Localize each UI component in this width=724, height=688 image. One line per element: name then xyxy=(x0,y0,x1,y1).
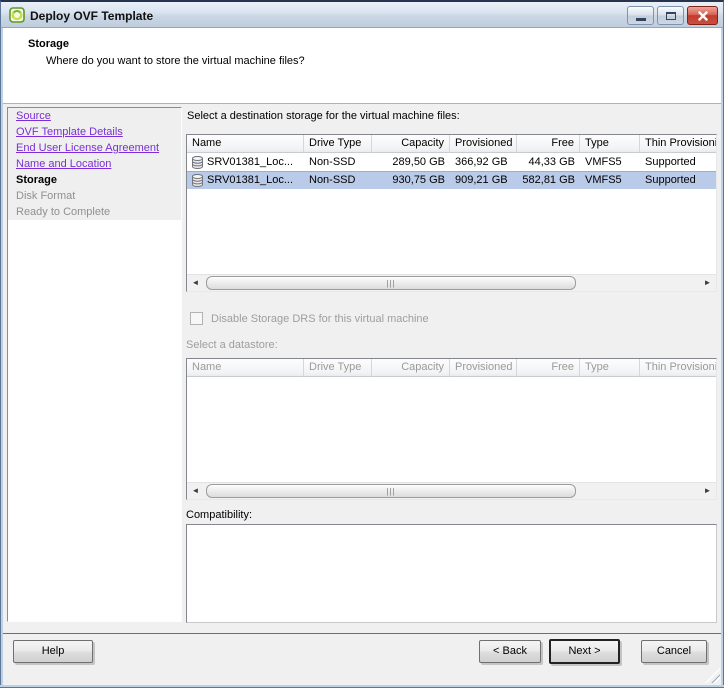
maximize-button[interactable] xyxy=(657,6,684,25)
scrollbar-thumb[interactable]: ||| xyxy=(206,484,576,498)
select-datastore-label: Select a datastore: xyxy=(186,339,278,351)
column-header-name[interactable]: Name xyxy=(187,135,304,153)
datastore-provisioned: 909,21 GB xyxy=(450,172,517,189)
sidebar-item-name-and-location[interactable]: Name and Location xyxy=(8,156,181,172)
help-button[interactable]: Help xyxy=(13,640,93,663)
sidebar-item-ready-to-complete: Ready to Complete xyxy=(8,204,181,220)
deploy-ovf-template-dialog: Deploy OVF Template Storage Where do you… xyxy=(0,0,724,688)
scroll-left-icon[interactable]: ◄ xyxy=(187,483,204,499)
datastore-name: SRV01381_Loc... xyxy=(207,154,293,171)
sidebar-item-end-user-license-agreement[interactable]: End User License Agreement xyxy=(8,140,181,156)
column-header-type: Type xyxy=(580,359,640,377)
datastore-capacity: 289,50 GB xyxy=(372,154,450,171)
horizontal-scrollbar[interactable]: ◄ ||| ► xyxy=(187,274,716,291)
datastore-type: VMFS5 xyxy=(580,172,640,189)
window-frame-left xyxy=(0,28,3,688)
footer-separator xyxy=(3,633,721,634)
column-header-provisioned[interactable]: Provisioned xyxy=(450,135,517,153)
scrollbar-grip-icon: ||| xyxy=(386,279,395,288)
datastore-thin-provisioning: Supported xyxy=(640,172,717,189)
table-header-row: Name Drive Type Capacity Provisioned Fre… xyxy=(187,359,717,377)
datastore-icon xyxy=(192,174,203,187)
datastore-free: 582,81 GB xyxy=(517,172,580,189)
window-controls xyxy=(627,6,718,25)
datastore-free: 44,33 GB xyxy=(517,154,580,171)
horizontal-scrollbar[interactable]: ◄ ||| ► xyxy=(187,482,716,499)
close-icon xyxy=(698,11,708,21)
column-header-drive-type: Drive Type xyxy=(304,359,372,377)
next-button[interactable]: Next > xyxy=(549,639,620,664)
page-title: Storage xyxy=(28,38,69,50)
datastore-row-selected[interactable]: SRV01381_Loc... Non-SSD 930,75 GB 909,21… xyxy=(187,171,717,189)
compatibility-box xyxy=(186,524,717,623)
scroll-left-icon[interactable]: ◄ xyxy=(187,275,204,291)
column-header-free: Free xyxy=(517,359,580,377)
maximize-icon xyxy=(666,12,676,20)
datastore-drive-type: Non-SSD xyxy=(304,172,372,189)
resize-grip[interactable] xyxy=(705,668,720,683)
titlebar[interactable]: Deploy OVF Template xyxy=(0,0,724,28)
datastore-provisioned: 366,92 GB xyxy=(450,154,517,171)
sidebar-item-source[interactable]: Source xyxy=(8,108,181,124)
datastore-capacity: 930,75 GB xyxy=(372,172,450,189)
sidebar-item-disk-format: Disk Format xyxy=(8,188,181,204)
back-button[interactable]: < Back xyxy=(479,640,541,663)
column-header-provisioned: Provisioned xyxy=(450,359,517,377)
scroll-right-icon[interactable]: ► xyxy=(699,483,716,499)
table-header-row: Name Drive Type Capacity Provisioned Fre… xyxy=(187,135,717,153)
column-header-thin-provisioning[interactable]: Thin Provisioning xyxy=(640,135,717,153)
sidebar-item-ovf-template-details[interactable]: OVF Template Details xyxy=(8,124,181,140)
destination-storage-table: Name Drive Type Capacity Provisioned Fre… xyxy=(186,134,717,292)
disable-storage-drs-label: Disable Storage DRS for this virtual mac… xyxy=(211,313,429,325)
column-header-free[interactable]: Free xyxy=(517,135,580,153)
datastore-drive-type: Non-SSD xyxy=(304,154,372,171)
close-button[interactable] xyxy=(687,6,718,25)
wizard-header: Storage Where do you want to store the v… xyxy=(3,28,721,104)
vsphere-app-icon xyxy=(9,7,25,23)
disable-storage-drs-checkbox xyxy=(190,312,203,325)
datastore-table-disabled: Name Drive Type Capacity Provisioned Fre… xyxy=(186,358,717,500)
compatibility-label: Compatibility: xyxy=(186,509,252,521)
scrollbar-grip-icon: ||| xyxy=(386,487,395,496)
column-header-thin-provisioning: Thin Provisioning xyxy=(640,359,717,377)
column-header-type[interactable]: Type xyxy=(580,135,640,153)
datastore-type: VMFS5 xyxy=(580,154,640,171)
datastore-icon xyxy=(192,156,203,169)
sidebar-item-storage: Storage xyxy=(8,172,181,188)
scrollbar-thumb[interactable]: ||| xyxy=(206,276,576,290)
cancel-button[interactable]: Cancel xyxy=(641,640,707,663)
column-header-capacity[interactable]: Capacity xyxy=(372,135,450,153)
window-title: Deploy OVF Template xyxy=(30,9,153,23)
wizard-steps-sidebar: Source OVF Template Details End User Lic… xyxy=(7,107,182,622)
destination-storage-label: Select a destination storage for the vir… xyxy=(187,110,460,122)
scroll-right-icon[interactable]: ► xyxy=(699,275,716,291)
datastore-thin-provisioning: Supported xyxy=(640,154,717,171)
minimize-button[interactable] xyxy=(627,6,654,25)
datastore-row[interactable]: SRV01381_Loc... Non-SSD 289,50 GB 366,92… xyxy=(187,153,717,171)
column-header-capacity: Capacity xyxy=(372,359,450,377)
minimize-icon xyxy=(636,18,646,21)
page-subtitle: Where do you want to store the virtual m… xyxy=(46,55,305,67)
column-header-drive-type[interactable]: Drive Type xyxy=(304,135,372,153)
column-header-name: Name xyxy=(187,359,304,377)
datastore-name: SRV01381_Loc... xyxy=(207,172,293,189)
